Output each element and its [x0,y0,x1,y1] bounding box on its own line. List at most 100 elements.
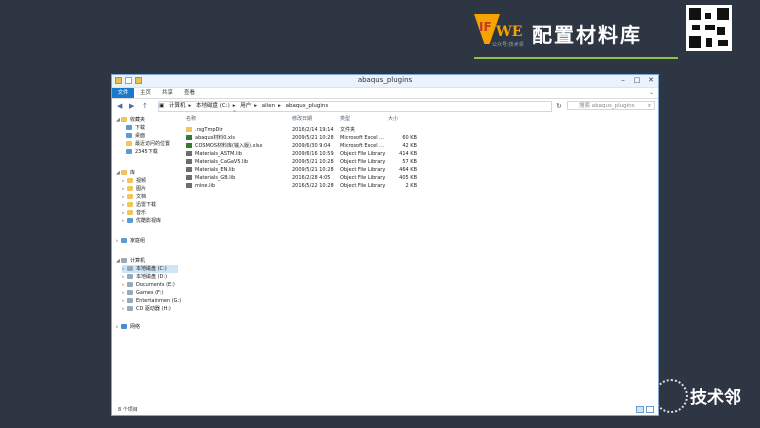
star-icon [121,117,127,122]
computer-icon: ▣ [159,103,165,109]
nav-libraries[interactable]: ◢ 库 [116,169,135,177]
brand-logo: IF WE 公众号:技术邻 [474,14,528,48]
title-bar: abaqus_plugins – □ ✕ [112,75,658,88]
document-icon [127,194,133,199]
nav-drive-h[interactable]: ▹ CD 驱动器 (H:) [122,305,171,313]
watermark-text: 技术邻 [690,388,741,408]
nav-youku-library[interactable]: ▹ 优酷影视库 [122,217,161,225]
search-placeholder: 搜索 abaqus_plugins [579,103,635,109]
nav-music[interactable]: ▹ 音乐 [122,209,146,217]
breadcrumb-computer[interactable]: 计算机 [169,103,186,109]
column-header-date[interactable]: 修改日期 [292,115,312,123]
nav-homegroup[interactable]: ▹ 家庭组 [116,237,145,245]
recent-icon [126,141,132,146]
computer-icon [121,258,127,263]
ribbon: 文件 主页 共享 查看 ⌄ [112,88,658,99]
download-folder-icon [126,149,132,154]
logo-we-text: WE [496,24,523,40]
details-view-button[interactable] [636,406,644,413]
table-row[interactable]: Materials_GB.lib 2016/2/28 4:05 Object F… [182,174,482,182]
tab-view[interactable]: 查看 [180,88,199,98]
address-bar[interactable]: ▣ 计算机 ▸ 本地磁盘 (C:) ▸ 用户 ▸ alien ▸ abaqus_plug… [158,101,552,112]
thunder-icon [127,202,133,207]
library-folder-icon [121,170,127,175]
library-icon [186,159,192,164]
title-underline [474,57,678,59]
search-icon: ⌕ [647,103,651,109]
table-row[interactable]: COSMOS材料库(输入版).xlsx 2009/6/30 9:04 Micro… [182,142,482,150]
sort-indicator-icon: ^ [232,110,238,117]
file-list: ^ 名称 修改日期 类型 大小 .rsgTmpDir 2016/2/14 19:… [182,110,658,404]
library-icon [186,175,192,180]
excel-icon [186,135,192,140]
table-row[interactable]: .rsgTmpDir 2016/2/14 19:14 文件夹 [182,126,482,134]
refresh-button[interactable]: ↻ [556,102,562,110]
breadcrumb-users[interactable]: 用户 [240,103,251,109]
nav-recent-places[interactable]: 最近访问的位置 [126,140,170,148]
table-row[interactable]: Materials_ASTM.lib 2009/6/16 10:59 Objec… [182,150,482,158]
brand-header: IF WE 公众号:技术邻 配置材料库 [474,12,660,52]
breadcrumb-abaqus-plugins[interactable]: abaqus_plugins [286,103,329,109]
table-row[interactable]: mine.lib 2016/5/22 10:28 Object File Lib… [182,182,482,190]
search-input[interactable]: 搜索 abaqus_plugins ⌕ [567,101,655,110]
cd-drive-icon [127,306,133,311]
folder-icon [186,127,192,132]
breadcrumb-alien[interactable]: alien [262,103,275,109]
nav-computer[interactable]: ◢ 计算机 [116,257,145,265]
nav-downloads[interactable]: 下载 [126,124,145,132]
table-row[interactable]: Materials_EN.lib 2009/5/21 10:28 Object … [182,166,482,174]
library-icon [186,151,192,156]
qr-code-icon [686,5,732,51]
nav-drive-c[interactable]: ▹ 本地磁盘 (C:) [122,265,178,273]
ribbon-expand-icon[interactable]: ⌄ [649,89,654,96]
watermark-face-icon [654,379,688,413]
library-icon [186,183,192,188]
nav-desktop[interactable]: 桌面 [126,132,145,140]
homegroup-icon [121,238,127,243]
picture-icon [127,186,133,191]
slide-title: 配置材料库 [532,23,642,47]
tab-home[interactable]: 主页 [136,88,155,98]
nav-favorites[interactable]: ◢ 收藏夹 [116,116,145,124]
music-icon [127,210,133,215]
video-icon [127,178,133,183]
drive-icon [127,266,133,271]
forward-button[interactable]: ▶ [129,102,134,110]
column-header-size[interactable]: 大小 [388,115,398,123]
tab-share[interactable]: 共享 [158,88,177,98]
status-bar: 8 个项目 [112,405,658,415]
nav-thunder-downloads[interactable]: ▹ 迅雷下载 [122,201,156,209]
maximize-button[interactable]: □ [630,75,644,85]
nav-2345-downloads[interactable]: 2345下载 [126,148,158,156]
nav-videos[interactable]: ▹ 视频 [122,177,146,185]
logo-subtitle: 公众号:技术邻 [492,42,524,48]
item-count: 8 个项目 [118,407,138,413]
up-button[interactable]: ↑ [142,102,148,110]
close-button[interactable]: ✕ [644,75,658,85]
navigation-pane: ◢ 收藏夹 下载 桌面 最近访问的位置 2345下载 ◢ 库 ▹ 视频 ▹ 图片 ▹ 文档… [112,114,181,404]
back-button[interactable]: ◀ [117,102,122,110]
breadcrumb-drive-c[interactable]: 本地磁盘 (C:) [196,103,230,109]
download-icon [126,125,132,130]
logo-if-text: IF [479,20,492,34]
table-row[interactable]: abaqus材料0.xls 2009/5/21 10:28 Microsoft … [182,134,482,142]
minimize-button[interactable]: – [616,75,630,85]
explorer-window: abaqus_plugins – □ ✕ 文件 主页 共享 查看 ⌄ ◀ ▶ ↑… [111,74,659,416]
excel-icon [186,143,192,148]
address-row: ◀ ▶ ↑ ▣ 计算机 ▸ 本地磁盘 (C:) ▸ 用户 ▸ alien ▸ abaqu… [112,99,658,113]
nav-drive-g[interactable]: ▹ Entertainmen (G:) [122,297,181,305]
nav-drive-e[interactable]: ▹ Documents (E:) [122,281,175,289]
tab-file[interactable]: 文件 [112,88,134,98]
table-row[interactable]: Materials_CaGaV5.lib 2009/5/21 10:28 Obj… [182,158,482,166]
nav-drive-f[interactable]: ▹ Games (F:) [122,289,163,297]
network-icon [121,324,127,329]
column-header-name[interactable]: 名称 [186,115,196,123]
nav-drive-d[interactable]: ▹ 本地磁盘 (D:) [122,273,167,281]
column-header-type[interactable]: 类型 [340,115,350,123]
nav-network[interactable]: ▹ 网络 [116,323,140,331]
nav-documents[interactable]: ▹ 文档 [122,193,146,201]
window-title: abaqus_plugins [357,76,413,84]
nav-pictures[interactable]: ▹ 图片 [122,185,146,193]
large-icons-view-button[interactable] [646,406,654,413]
drive-icon [127,282,133,287]
